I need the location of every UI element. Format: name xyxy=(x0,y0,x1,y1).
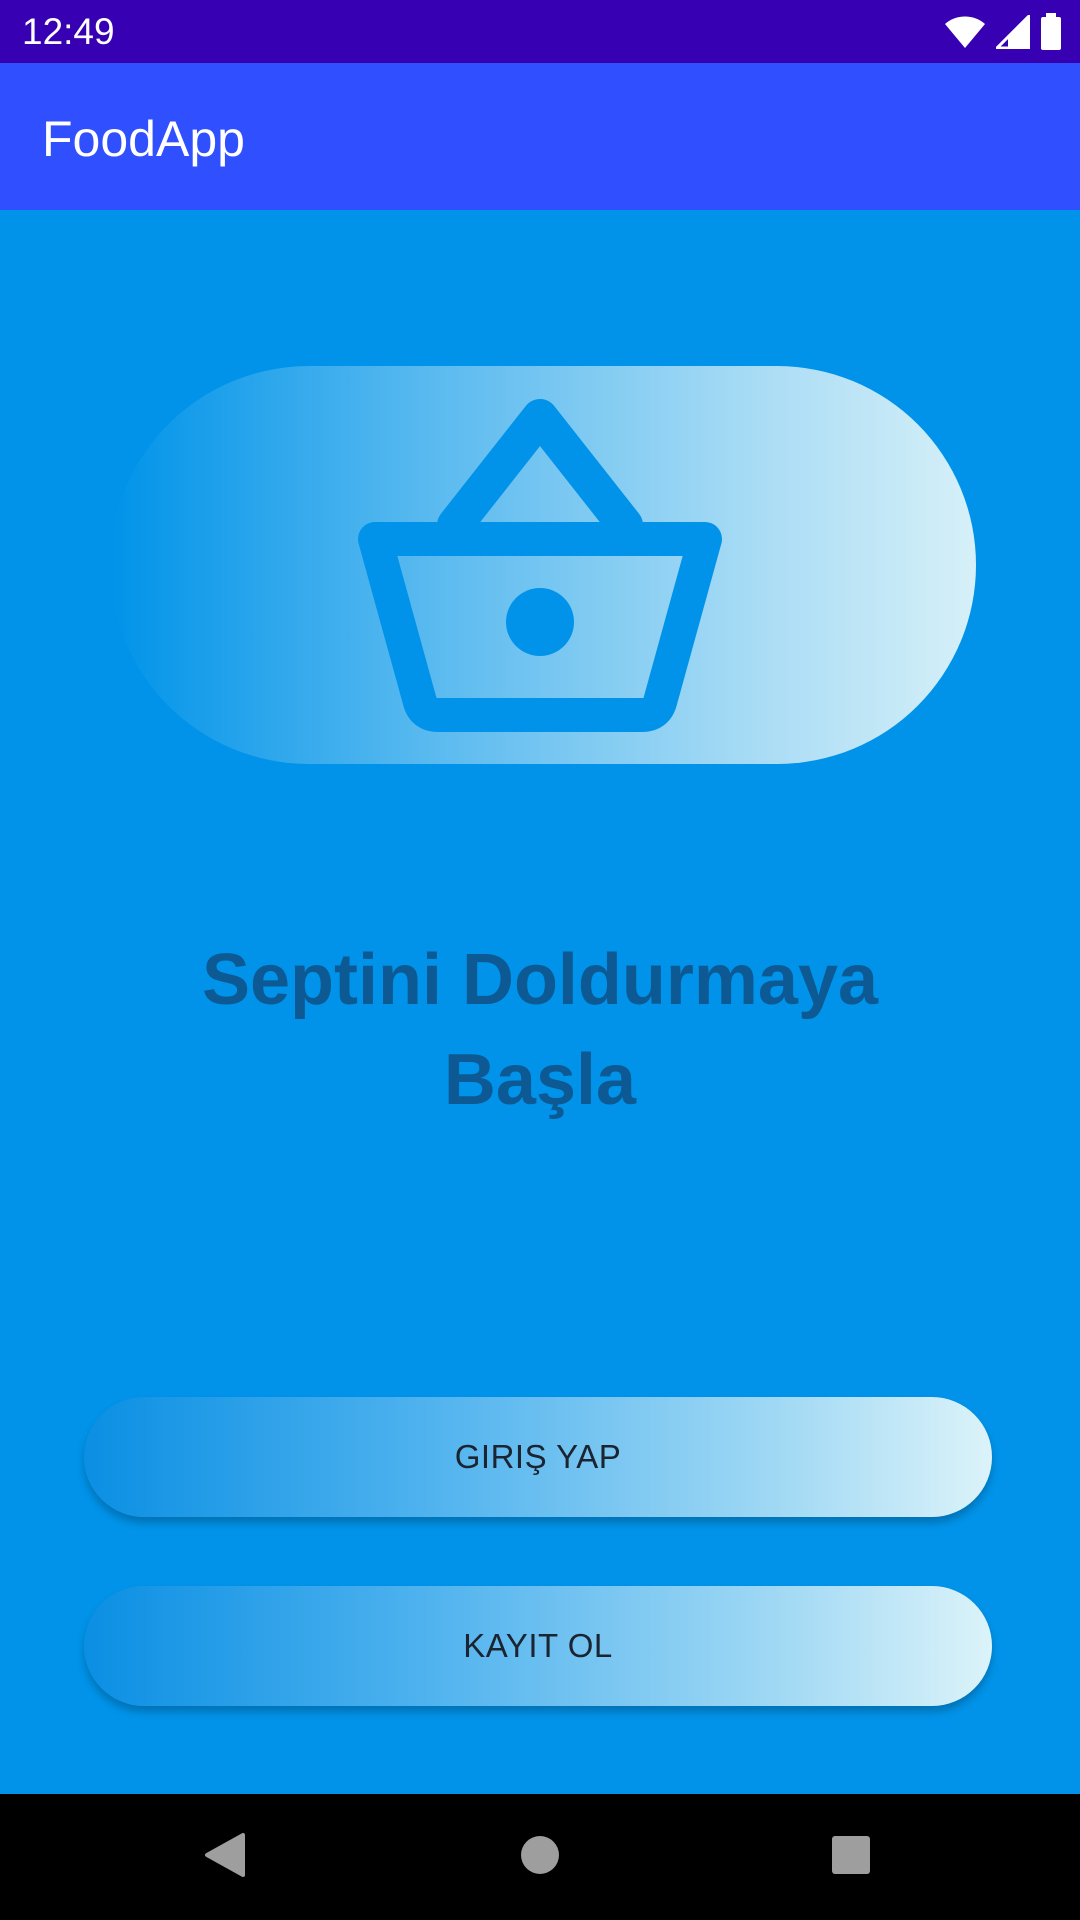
shopping-basket-icon xyxy=(350,397,730,737)
back-icon xyxy=(203,1831,247,1884)
recents-button[interactable] xyxy=(816,1822,886,1892)
wifi-icon xyxy=(944,15,986,49)
headline: Septini Doldurmaya Başla xyxy=(140,930,940,1130)
recents-icon xyxy=(831,1835,871,1880)
back-button[interactable] xyxy=(190,1822,260,1892)
status-bar: 12:49 xyxy=(0,0,1080,63)
main-content: Septini Doldurmaya Başla GIRIŞ YAP KAYIT… xyxy=(0,210,1080,1794)
login-button[interactable]: GIRIŞ YAP xyxy=(84,1397,992,1517)
register-button[interactable]: KAYIT OL xyxy=(84,1586,992,1706)
headline-line-1: Septini Doldurmaya xyxy=(201,940,879,1020)
home-icon xyxy=(519,1834,561,1881)
cellular-signal-icon xyxy=(996,15,1030,49)
home-button[interactable] xyxy=(505,1822,575,1892)
status-icons xyxy=(944,12,1062,52)
status-time: 12:49 xyxy=(22,11,115,52)
app-bar: FoodApp xyxy=(0,63,1080,210)
navigation-bar xyxy=(0,1794,1080,1920)
headline-line-2: Başla xyxy=(443,1040,637,1120)
app-title: FoodApp xyxy=(42,111,245,167)
battery-icon xyxy=(1040,13,1062,51)
